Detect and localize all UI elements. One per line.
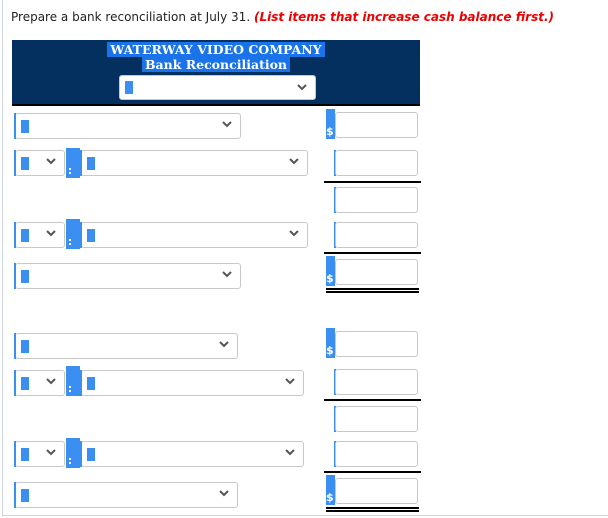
text-caret <box>21 229 29 242</box>
row-2-connector-marker <box>66 148 80 178</box>
row-10-label-select[interactable] <box>14 482 238 508</box>
chevron-down-icon <box>222 269 232 279</box>
chevron-down-icon <box>285 376 295 386</box>
company-name: WATERWAY VIDEO COMPANY <box>107 42 325 57</box>
total-double-rule <box>326 507 419 512</box>
dollar-sign-icon: $ <box>326 475 335 505</box>
text-caret <box>21 157 29 170</box>
total-double-rule <box>326 288 419 293</box>
instruction-text: Prepare a bank reconciliation at July 31… <box>11 10 251 24</box>
chevron-down-icon <box>219 339 229 349</box>
text-caret <box>21 489 29 502</box>
company-name-line: WATERWAY VIDEO COMPANY <box>12 42 420 57</box>
text-caret <box>87 448 95 461</box>
row-2-prefix-select[interactable] <box>14 150 65 176</box>
row-4-label-select[interactable] <box>80 222 308 248</box>
row-7-label-select[interactable] <box>80 370 304 396</box>
instruction: Prepare a bank reconciliation at July 31… <box>11 10 554 24</box>
text-caret <box>87 377 95 390</box>
header-rule <box>12 104 420 106</box>
text-caret <box>21 340 29 353</box>
text-caret <box>21 120 29 133</box>
row-4-amount-input[interactable] <box>335 222 418 248</box>
statement-header: WATERWAY VIDEO COMPANY Bank Reconciliati… <box>12 40 420 106</box>
row-2-amount-input[interactable] <box>335 150 418 176</box>
chevron-down-icon <box>219 488 229 498</box>
subtotal-rule <box>324 471 421 473</box>
text-caret <box>87 229 95 242</box>
chevron-down-icon <box>285 447 295 457</box>
chevron-down-icon <box>289 156 299 166</box>
chevron-down-icon <box>46 447 56 457</box>
statement-name-line: Bank Reconciliation <box>12 57 420 72</box>
row-1-amount-input[interactable] <box>335 112 418 138</box>
row-4-connector-marker <box>66 219 80 249</box>
frame-left-border <box>2 0 3 516</box>
row-5-amount-input[interactable] <box>335 259 418 285</box>
chevron-down-icon <box>46 376 56 386</box>
text-caret <box>21 448 29 461</box>
chevron-down-icon <box>222 119 232 129</box>
chevron-down-icon <box>46 228 56 238</box>
row-5-label-select[interactable] <box>14 263 241 289</box>
text-caret <box>87 157 95 170</box>
row-8-amount-input[interactable] <box>335 406 418 432</box>
statement-name: Bank Reconciliation <box>141 57 291 72</box>
subtotal-rule <box>324 252 421 254</box>
instruction-note: (List items that increase cash balance f… <box>253 10 554 24</box>
text-caret <box>21 270 29 283</box>
subtotal-rule <box>324 181 421 183</box>
chevron-down-icon <box>46 156 56 166</box>
dollar-sign-icon: $ <box>326 109 335 139</box>
row-7-amount-input[interactable] <box>335 369 418 395</box>
row-9-label-select[interactable] <box>80 441 304 467</box>
chevron-down-icon <box>289 228 299 238</box>
row-10-amount-input[interactable] <box>335 478 418 504</box>
text-caret <box>21 377 29 390</box>
row-7-prefix-select[interactable] <box>14 370 65 396</box>
row-9-prefix-select[interactable] <box>14 441 65 467</box>
text-caret <box>125 81 133 94</box>
row-9-connector-marker <box>66 438 80 468</box>
row-1-label-select[interactable] <box>14 113 241 139</box>
row-6-label-select[interactable] <box>14 333 238 359</box>
chevron-down-icon <box>297 82 307 92</box>
row-7-connector-marker <box>66 366 80 396</box>
frame-bottom-border <box>2 515 608 516</box>
subtotal-rule <box>324 399 421 401</box>
row-2-label-select[interactable] <box>80 150 308 176</box>
row-4-prefix-select[interactable] <box>14 222 65 248</box>
row-6-amount-input[interactable] <box>335 331 418 357</box>
row-9-amount-input[interactable] <box>335 441 418 467</box>
row-3-amount-input[interactable] <box>335 187 418 213</box>
dollar-sign-icon: $ <box>326 328 335 358</box>
dollar-sign-icon: $ <box>326 256 335 286</box>
date-select[interactable] <box>119 75 316 100</box>
